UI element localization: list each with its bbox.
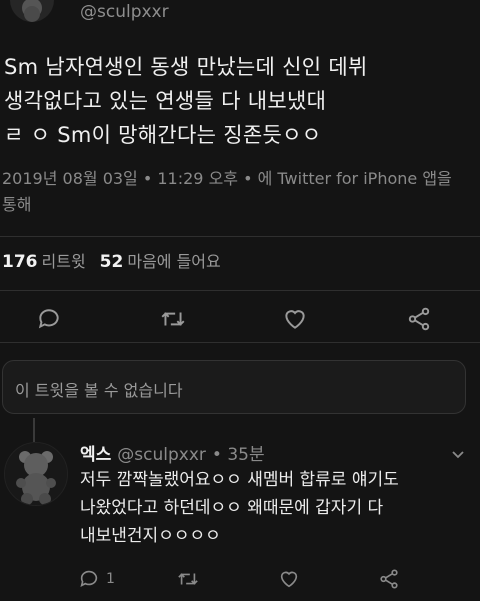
avatar[interactable] xyxy=(10,0,54,22)
author-handle[interactable]: @sculpxxr xyxy=(80,2,169,22)
tweet-text: Sm 남자연생인 동생 만났는데 신인 데뷔 생각없다고 있는 연생들 다 내보… xyxy=(4,55,368,147)
reply-menu-button[interactable] xyxy=(450,446,466,466)
retweets-count: 176 xyxy=(2,252,38,272)
reply-text: 저두 깜짝놀랬어요ㅇㅇ 새멤버 합류로 얘기도 나왔었다고 하던데ㅇㅇ 왜때문에… xyxy=(80,470,399,546)
reply-avatar[interactable] xyxy=(4,442,68,506)
likes-stat[interactable]: 52 마음에 들어요 xyxy=(100,248,221,272)
reply-share-button[interactable] xyxy=(378,568,400,590)
tweet-timestamp: 2019년 08월 03일 • 11:29 오후 • 에 Twitter for… xyxy=(2,169,452,214)
speech-bubble-icon xyxy=(38,309,59,329)
retweet-arrows-icon xyxy=(178,573,198,585)
unavailable-tweet-notice: 이 트윗을 볼 수 없습니다 xyxy=(2,360,466,414)
thread-line xyxy=(33,418,35,442)
likes-count: 52 xyxy=(99,252,124,272)
reply-like-button[interactable] xyxy=(278,568,300,590)
tweet-header: @sculpxxr xyxy=(0,0,480,40)
reply-header: 엑스 @sculpxxr • 35분 xyxy=(80,440,265,465)
retweet-button[interactable] xyxy=(158,304,188,334)
retweets-stat[interactable]: 176 리트윗 xyxy=(2,248,86,272)
retweets-label: 리트윗 xyxy=(41,252,86,271)
like-button[interactable] xyxy=(280,304,310,334)
divider xyxy=(0,236,480,237)
reply-retweet-button[interactable] xyxy=(176,568,200,590)
share-icon xyxy=(380,569,398,589)
share-button[interactable] xyxy=(404,304,434,334)
tweet-actions xyxy=(0,300,480,336)
reply-count: 1 xyxy=(106,571,115,587)
unavailable-text: 이 트윗을 볼 수 없습니다 xyxy=(15,381,183,400)
speech-bubble-icon xyxy=(80,570,98,587)
heart-icon xyxy=(280,571,298,588)
reply-reply-button[interactable]: 1 xyxy=(78,568,115,590)
reply-actions: 1 xyxy=(72,566,472,596)
likes-label: 마음에 들어요 xyxy=(127,252,221,271)
reply-button[interactable] xyxy=(34,304,64,334)
divider xyxy=(0,342,480,343)
share-icon xyxy=(408,307,430,331)
tweet-stats: 176 리트윗 52 마음에 들어요 xyxy=(2,248,221,272)
divider xyxy=(0,290,480,291)
reply-author-name[interactable]: 엑스 xyxy=(80,440,111,465)
reply-author-handle[interactable]: @sculpxxr xyxy=(117,445,206,465)
heart-icon xyxy=(285,310,305,329)
retweet-arrows-icon xyxy=(161,312,185,326)
chevron-down-icon xyxy=(452,451,464,459)
reply-time: • 35분 xyxy=(211,445,265,465)
